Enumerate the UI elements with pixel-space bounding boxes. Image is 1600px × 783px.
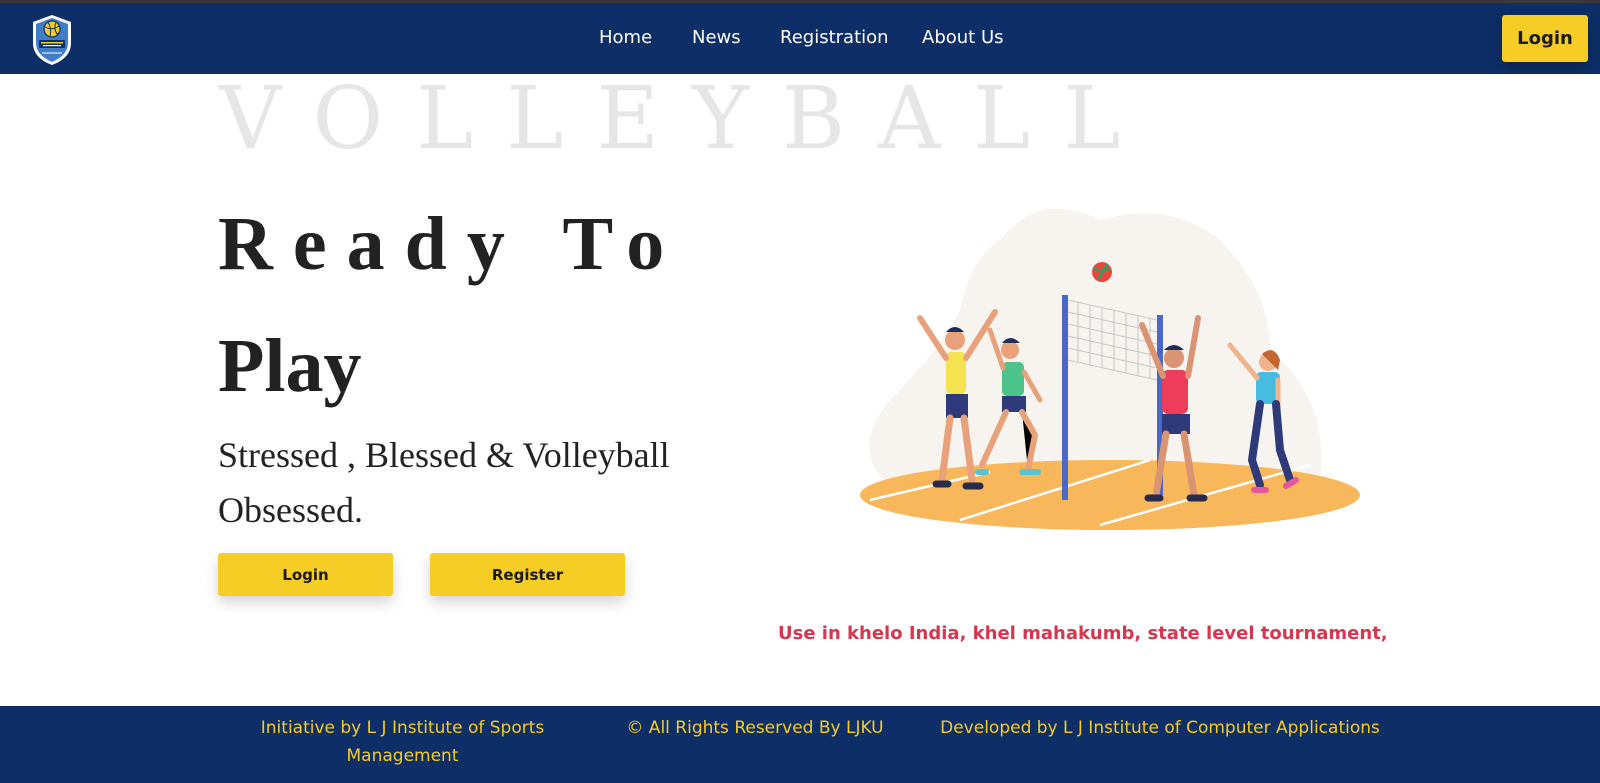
background-title: VOLLEYBALL [219, 69, 1154, 169]
page-footer: Initiative by L J Institute of Sports Ma… [0, 706, 1600, 783]
footer-copyright-text: © All Rights Reserved By LJKU [626, 718, 884, 738]
hero-register-button[interactable]: Register [430, 553, 625, 596]
headline-ready-to: Ready To [218, 202, 685, 286]
top-navbar: Home News Registration About Us Login [0, 3, 1600, 74]
footer-developer-text: Developed by L J Institute of Computer A… [940, 718, 1380, 738]
nav-link-news[interactable]: News [692, 27, 741, 48]
headline-play: Play [218, 324, 362, 408]
hero-login-button[interactable]: Login [218, 553, 393, 596]
nav-link-about-us[interactable]: About Us [922, 27, 1004, 48]
footer-initiative-text: Initiative by L J Institute of Sports Ma… [260, 718, 545, 766]
main-nav: Home News Registration About Us [0, 3, 1600, 74]
nav-link-registration[interactable]: Registration [780, 27, 889, 48]
announcement-text: Use in khelo India, khel mahakumb, state… [778, 623, 1386, 644]
nav-login-button[interactable]: Login [1502, 15, 1588, 62]
nav-link-home[interactable]: Home [599, 27, 652, 48]
volleyball-shield-logo-icon[interactable] [30, 13, 74, 67]
volleyball-players-illustration [860, 208, 1360, 530]
announcement-marquee: Use in khelo India, khel mahakumb, state… [778, 620, 1386, 648]
hero-tagline: Stressed , Blessed & Volleyball Obsessed… [218, 435, 670, 530]
